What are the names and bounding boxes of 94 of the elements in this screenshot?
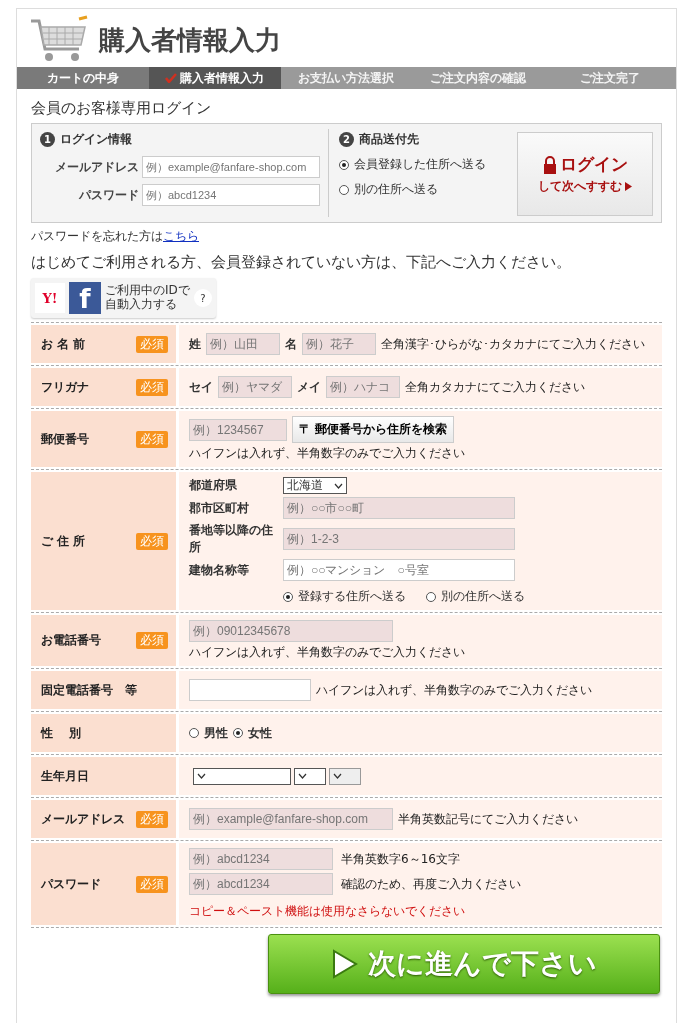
- row-label: お 名 前: [41, 335, 86, 353]
- progress-step: カートの中身: [17, 67, 149, 89]
- field-label: メールアドレス: [55, 158, 139, 176]
- radio-label[interactable]: 別の住所へ送る: [354, 181, 438, 198]
- section-heading: はじめてご利用される方、会員登録されていない方は、下記へご入力ください。: [31, 253, 572, 272]
- row-label: 性 別: [41, 724, 82, 742]
- progress-step: ご注文内容の確認: [412, 67, 545, 89]
- field-label: 番地等以降の住所: [189, 522, 274, 556]
- row-label: メールアドレス: [41, 810, 125, 828]
- field-label: 郡市区町村: [189, 499, 249, 517]
- date-dropdown[interactable]: [294, 767, 326, 785]
- radio-button[interactable]: [233, 728, 243, 738]
- input-field[interactable]: 例）花子: [302, 333, 376, 355]
- row-label: 固定電話番号 等: [41, 681, 137, 699]
- link[interactable]: こちら: [163, 229, 199, 243]
- radio-label[interactable]: 登録する住所へ送る: [298, 588, 406, 605]
- chevron-down-icon: [298, 773, 307, 779]
- field-label: メイ: [297, 378, 321, 396]
- radio-label[interactable]: 別の住所へ送る: [441, 588, 525, 605]
- login-button[interactable]: ログイン して次へすすむ: [517, 132, 653, 216]
- input-field[interactable]: 例）1-2-3: [283, 528, 515, 550]
- field-label: 姓: [189, 335, 201, 353]
- field-label: 建物名称等: [189, 561, 249, 579]
- required-badge: 必須: [136, 532, 168, 550]
- play-arrow-icon: [331, 949, 358, 979]
- input-field[interactable]: 例）山田: [206, 333, 280, 355]
- hint-text: 半角英数字6～16文字: [341, 850, 460, 868]
- prefecture-dropdown[interactable]: 北海道: [283, 477, 347, 494]
- required-badge: 必須: [136, 810, 168, 828]
- hint-text: 全角漢字･ひらがな･カタカナにてご入力ください: [381, 335, 645, 353]
- input-field[interactable]: 例）○○市○○町: [283, 497, 515, 519]
- radio-label[interactable]: 男性: [204, 724, 228, 742]
- step-number: 1: [40, 132, 55, 147]
- page-title: 購入者情報入力: [99, 23, 281, 57]
- input-field[interactable]: 例）abcd1234: [142, 184, 320, 206]
- input-field[interactable]: 例）abcd1234: [189, 873, 333, 895]
- input-field[interactable]: 例）ハナコ: [326, 376, 400, 398]
- input-field[interactable]: 例）ヤマダ: [218, 376, 292, 398]
- play-arrow-icon: [625, 182, 632, 191]
- facebook-logo[interactable]: f: [69, 282, 101, 314]
- hint-text: ハイフンは入れず、半角数字のみでご入力ください: [189, 445, 465, 462]
- input-field[interactable]: 例）○○マンション ○号室: [283, 559, 515, 581]
- address-search-button[interactable]: 〒 郵便番号から住所を検索: [292, 416, 455, 443]
- input-field[interactable]: 例）1234567: [189, 418, 287, 441]
- progress-step: お支払い方法選択: [280, 67, 413, 89]
- required-badge: 必須: [136, 335, 168, 353]
- row-label: 郵便番号: [41, 430, 89, 448]
- input-field[interactable]: 例）example@fanfare-shop.com: [142, 156, 320, 178]
- yahoo-logo[interactable]: Y!: [35, 283, 65, 313]
- radio-button[interactable]: [339, 159, 349, 170]
- chevron-down-icon: [333, 773, 342, 779]
- radio-button[interactable]: [426, 591, 436, 602]
- required-badge: 必須: [136, 430, 168, 448]
- warning-text: コピー＆ペースト機能は使用なさらないでください: [189, 903, 465, 920]
- input-field[interactable]: 例）abcd1234: [189, 848, 333, 870]
- radio-button[interactable]: [339, 184, 349, 195]
- chevron-down-icon: [334, 482, 343, 489]
- section-heading: 会員のお客様専用ログイン: [31, 99, 212, 118]
- date-dropdown[interactable]: [193, 767, 291, 785]
- field-label: セイ: [189, 378, 213, 396]
- check-icon: [165, 73, 178, 83]
- field-label: 都道府県: [189, 477, 237, 494]
- row-label: パスワード: [41, 875, 101, 893]
- hint-text: 半角英数記号にてご入力ください: [398, 810, 578, 828]
- required-badge: 必須: [136, 378, 168, 396]
- hint-text: ハイフンは入れず、半角数字のみでご入力ください: [316, 681, 592, 699]
- lock-icon: [542, 155, 557, 174]
- help-button[interactable]: ?: [193, 289, 212, 307]
- radio-label[interactable]: 女性: [248, 724, 272, 742]
- panel-title: 商品送付先: [359, 131, 419, 148]
- field-label: パスワード: [79, 186, 139, 204]
- progress-step: 購入者情報入力: [148, 67, 281, 89]
- progress-step: ご注文完了: [544, 67, 676, 89]
- row-label: フリガナ: [41, 378, 89, 396]
- radio-button[interactable]: [283, 591, 293, 602]
- required-badge: 必須: [136, 875, 168, 893]
- autofill-text: ご利用中のIDで 自動入力する: [105, 284, 190, 312]
- row-label: 生年月日: [41, 767, 89, 785]
- hint-text: 確認のため、再度ご入力ください: [341, 875, 521, 893]
- hint-text: ハイフンは入れず、半角数字のみでご入力ください: [189, 644, 465, 661]
- radio-label[interactable]: 会員登録した住所へ送る: [354, 156, 486, 173]
- chevron-down-icon: [197, 773, 206, 779]
- forgot-password-text: パスワードを忘れた方はこちら: [31, 228, 200, 245]
- step-number: 2: [339, 132, 354, 147]
- input-field[interactable]: 例）example@fanfare-shop.com: [189, 808, 393, 830]
- input-field[interactable]: [189, 679, 311, 701]
- row-label: ご 住 所: [41, 532, 86, 550]
- radio-button[interactable]: [189, 728, 199, 738]
- field-label: 名: [285, 335, 297, 353]
- input-field[interactable]: 例）09012345678: [189, 620, 393, 642]
- row-label: お電話番号: [41, 632, 101, 649]
- panel-title: ログイン情報: [60, 131, 132, 148]
- hint-text: 全角カタカナにてご入力ください: [405, 378, 585, 396]
- required-badge: 必須: [136, 632, 168, 649]
